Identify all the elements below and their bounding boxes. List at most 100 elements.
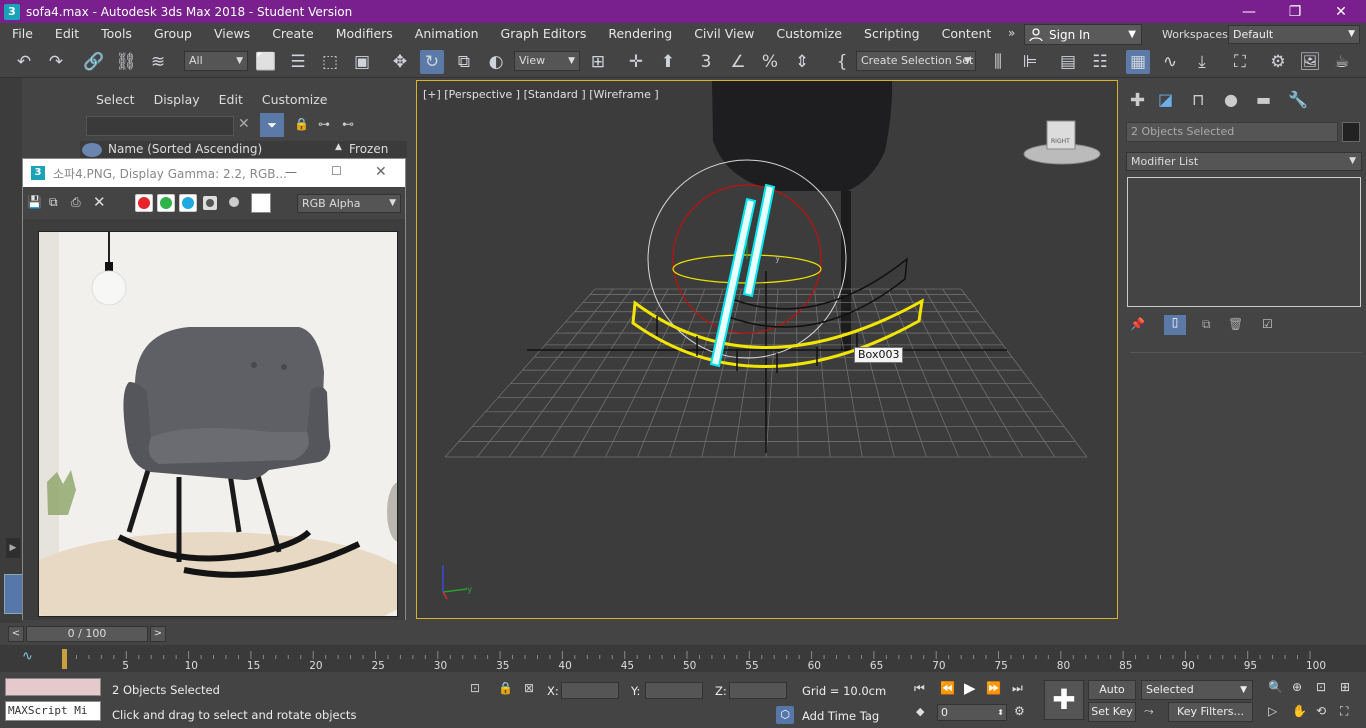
expand-panel-button[interactable]: ▶ [6, 538, 20, 558]
show-end-result-icon[interactable]: ▯ [1164, 315, 1186, 335]
select-and-scale-icon[interactable]: ⧉ [452, 50, 476, 74]
perspective-viewport[interactable]: [+] [Perspective ] [Standard ] [Wirefram… [416, 80, 1118, 619]
bind-space-warp-icon[interactable]: ≋ [146, 50, 170, 74]
clear-search-icon[interactable]: ✕ [238, 116, 250, 132]
minimize-button[interactable]: — [1226, 0, 1272, 23]
scene-menu-display[interactable]: Display [154, 92, 200, 107]
spinner-snap-icon[interactable]: ⇕ [790, 50, 814, 74]
render-production-icon[interactable]: ☕ [1330, 50, 1354, 74]
workspaces-dropdown[interactable]: Default ▼ [1228, 25, 1360, 44]
orbit-icon[interactable]: ⟲ [1316, 704, 1326, 718]
key-mode-toggle-icon[interactable]: ◆ [916, 705, 924, 718]
link-icon[interactable]: 🔗 [82, 50, 106, 74]
configure-sets-icon[interactable]: ☑ [1262, 317, 1273, 331]
alpha-dot-icon[interactable] [229, 197, 239, 207]
menu-edit[interactable]: Edit [43, 23, 89, 45]
curve-editor-icon[interactable]: ∿ [1158, 50, 1182, 74]
zoom-icon[interactable]: 🔍 [1268, 680, 1283, 694]
toggle-ribbon-icon[interactable]: ▦ [1126, 50, 1150, 74]
save-icon[interactable]: 💾 [27, 195, 42, 209]
maximize-button[interactable]: ☐ [331, 164, 342, 178]
object-name-field[interactable]: 2 Objects Selected [1126, 122, 1338, 142]
snaps-toggle-icon[interactable]: 3 [694, 50, 718, 74]
dependencies-icon[interactable]: ⊷ [342, 117, 354, 131]
channel-dropdown[interactable]: RGB Alpha ▼ [297, 194, 401, 213]
zoom-extents-all-icon[interactable]: ⊞ [1340, 680, 1350, 694]
column-name[interactable]: Name (Sorted Ascending) [108, 142, 262, 156]
menu-civil-view[interactable]: Civil View [682, 23, 764, 45]
lock-icon[interactable]: 🔒 [294, 117, 309, 131]
object-color-swatch[interactable] [1342, 122, 1360, 142]
remove-modifier-icon[interactable]: 🗑 [1228, 317, 1243, 331]
manipulate-icon[interactable]: ✛ [624, 50, 648, 74]
maxscript-listener-pink[interactable] [5, 678, 101, 696]
goto-start-icon[interactable]: ⏮ [914, 681, 925, 696]
key-mode-dropdown[interactable]: Selected ▼ [1141, 680, 1253, 700]
menu-content[interactable]: Content [930, 23, 1002, 45]
red-channel-toggle[interactable] [135, 194, 153, 212]
close-button[interactable]: ✕ [375, 164, 387, 180]
filter-icon[interactable]: ⏷ [260, 113, 284, 137]
pan-view-icon[interactable]: ✋ [1292, 704, 1307, 718]
menu-rendering[interactable]: Rendering [596, 23, 682, 45]
isolate-selection-icon[interactable]: ⊡ [470, 681, 480, 695]
edit-named-selection-icon[interactable]: { [830, 50, 854, 74]
scene-search-input[interactable] [86, 116, 234, 136]
set-key-button[interactable]: Set Key [1088, 702, 1136, 722]
toggle-layer-explorer-icon[interactable]: ☷ [1088, 50, 1112, 74]
modifier-list-dropdown[interactable]: Modifier List ▼ [1126, 152, 1362, 171]
play-icon[interactable]: ▶ [964, 679, 976, 697]
material-editor-icon[interactable]: ⛶ [1228, 50, 1252, 74]
auto-key-button[interactable]: Auto Key [1088, 680, 1136, 714]
next-key-icon[interactable]: ⏩ [986, 681, 1001, 695]
zoom-all-icon[interactable]: ⊕ [1292, 680, 1302, 694]
clone-icon[interactable]: ⧉ [49, 195, 58, 210]
scene-menu-edit[interactable]: Edit [219, 92, 243, 107]
toggle-scene-explorer-icon[interactable]: ▤ [1056, 50, 1080, 74]
hierarchy-icon[interactable]: ⊶ [318, 117, 330, 131]
scene-menu-customize[interactable]: Customize [262, 92, 328, 107]
menu-create[interactable]: Create [260, 23, 324, 45]
menu-animation[interactable]: Animation [403, 23, 489, 45]
utilities-tab-icon[interactable]: 🔧 [1288, 90, 1308, 109]
monochrome-toggle[interactable] [203, 196, 217, 210]
rendered-frame-window-icon[interactable]: 🖼 [1298, 50, 1322, 74]
select-object-icon[interactable]: ⬜ [254, 50, 278, 74]
time-tag-icon[interactable]: ⬡ [776, 706, 794, 724]
scene-menu-select[interactable]: Select [96, 92, 135, 107]
display-tab-icon[interactable]: ▬ [1256, 90, 1271, 109]
viewport-layout-tab[interactable] [4, 574, 24, 614]
menu-modifiers[interactable]: Modifiers [324, 23, 403, 45]
menu-tools[interactable]: Tools [89, 23, 142, 45]
menu-scripting[interactable]: Scripting [852, 23, 930, 45]
ref-coord-dropdown[interactable]: View ▼ [514, 51, 580, 71]
field-of-view-icon[interactable]: ▷ [1268, 704, 1277, 718]
column-frozen[interactable]: Frozen [349, 142, 388, 156]
select-and-move-icon[interactable]: ✥ [388, 50, 412, 74]
y-coordinate-field[interactable] [645, 682, 703, 699]
menu-file[interactable]: File [0, 23, 43, 45]
align-icon[interactable]: ⊫ [1018, 50, 1042, 74]
z-coordinate-field[interactable] [729, 682, 787, 699]
modify-tab-icon[interactable]: ◪ [1158, 90, 1180, 112]
selection-filter-dropdown[interactable]: All ▼ [184, 51, 248, 71]
pin-stack-icon[interactable]: 📌 [1130, 317, 1145, 331]
maxscript-mini-listener[interactable]: MAXScript Mi [5, 701, 101, 721]
sign-in-button[interactable]: Sign In ▼ [1024, 24, 1142, 45]
place-icon[interactable]: ◐ [484, 50, 508, 74]
menu-graph-editors[interactable]: Graph Editors [489, 23, 597, 45]
pivot-center-icon[interactable]: ⊞ [586, 50, 610, 74]
blue-channel-toggle[interactable] [179, 194, 197, 212]
angle-snap-icon[interactable]: ∠ [726, 50, 750, 74]
keyboard-shortcut-override-icon[interactable]: ⬆ [656, 50, 680, 74]
selection-lock-icon[interactable]: 🔒 [498, 681, 513, 695]
menu-overflow-button[interactable]: » [1008, 26, 1015, 40]
rectangular-selection-icon[interactable]: ⬚ [318, 50, 342, 74]
unlink-icon[interactable]: ⛓ [114, 50, 138, 74]
prev-key-icon[interactable]: ⏪ [940, 681, 955, 695]
background-swatch[interactable] [251, 193, 271, 213]
maximize-viewport-icon[interactable]: ⛶ [1340, 704, 1348, 719]
next-frame-button[interactable]: > [150, 626, 166, 642]
current-frame-field[interactable]: 0 ⬍ [937, 704, 1007, 721]
close-button[interactable]: ✕ [1318, 0, 1364, 23]
